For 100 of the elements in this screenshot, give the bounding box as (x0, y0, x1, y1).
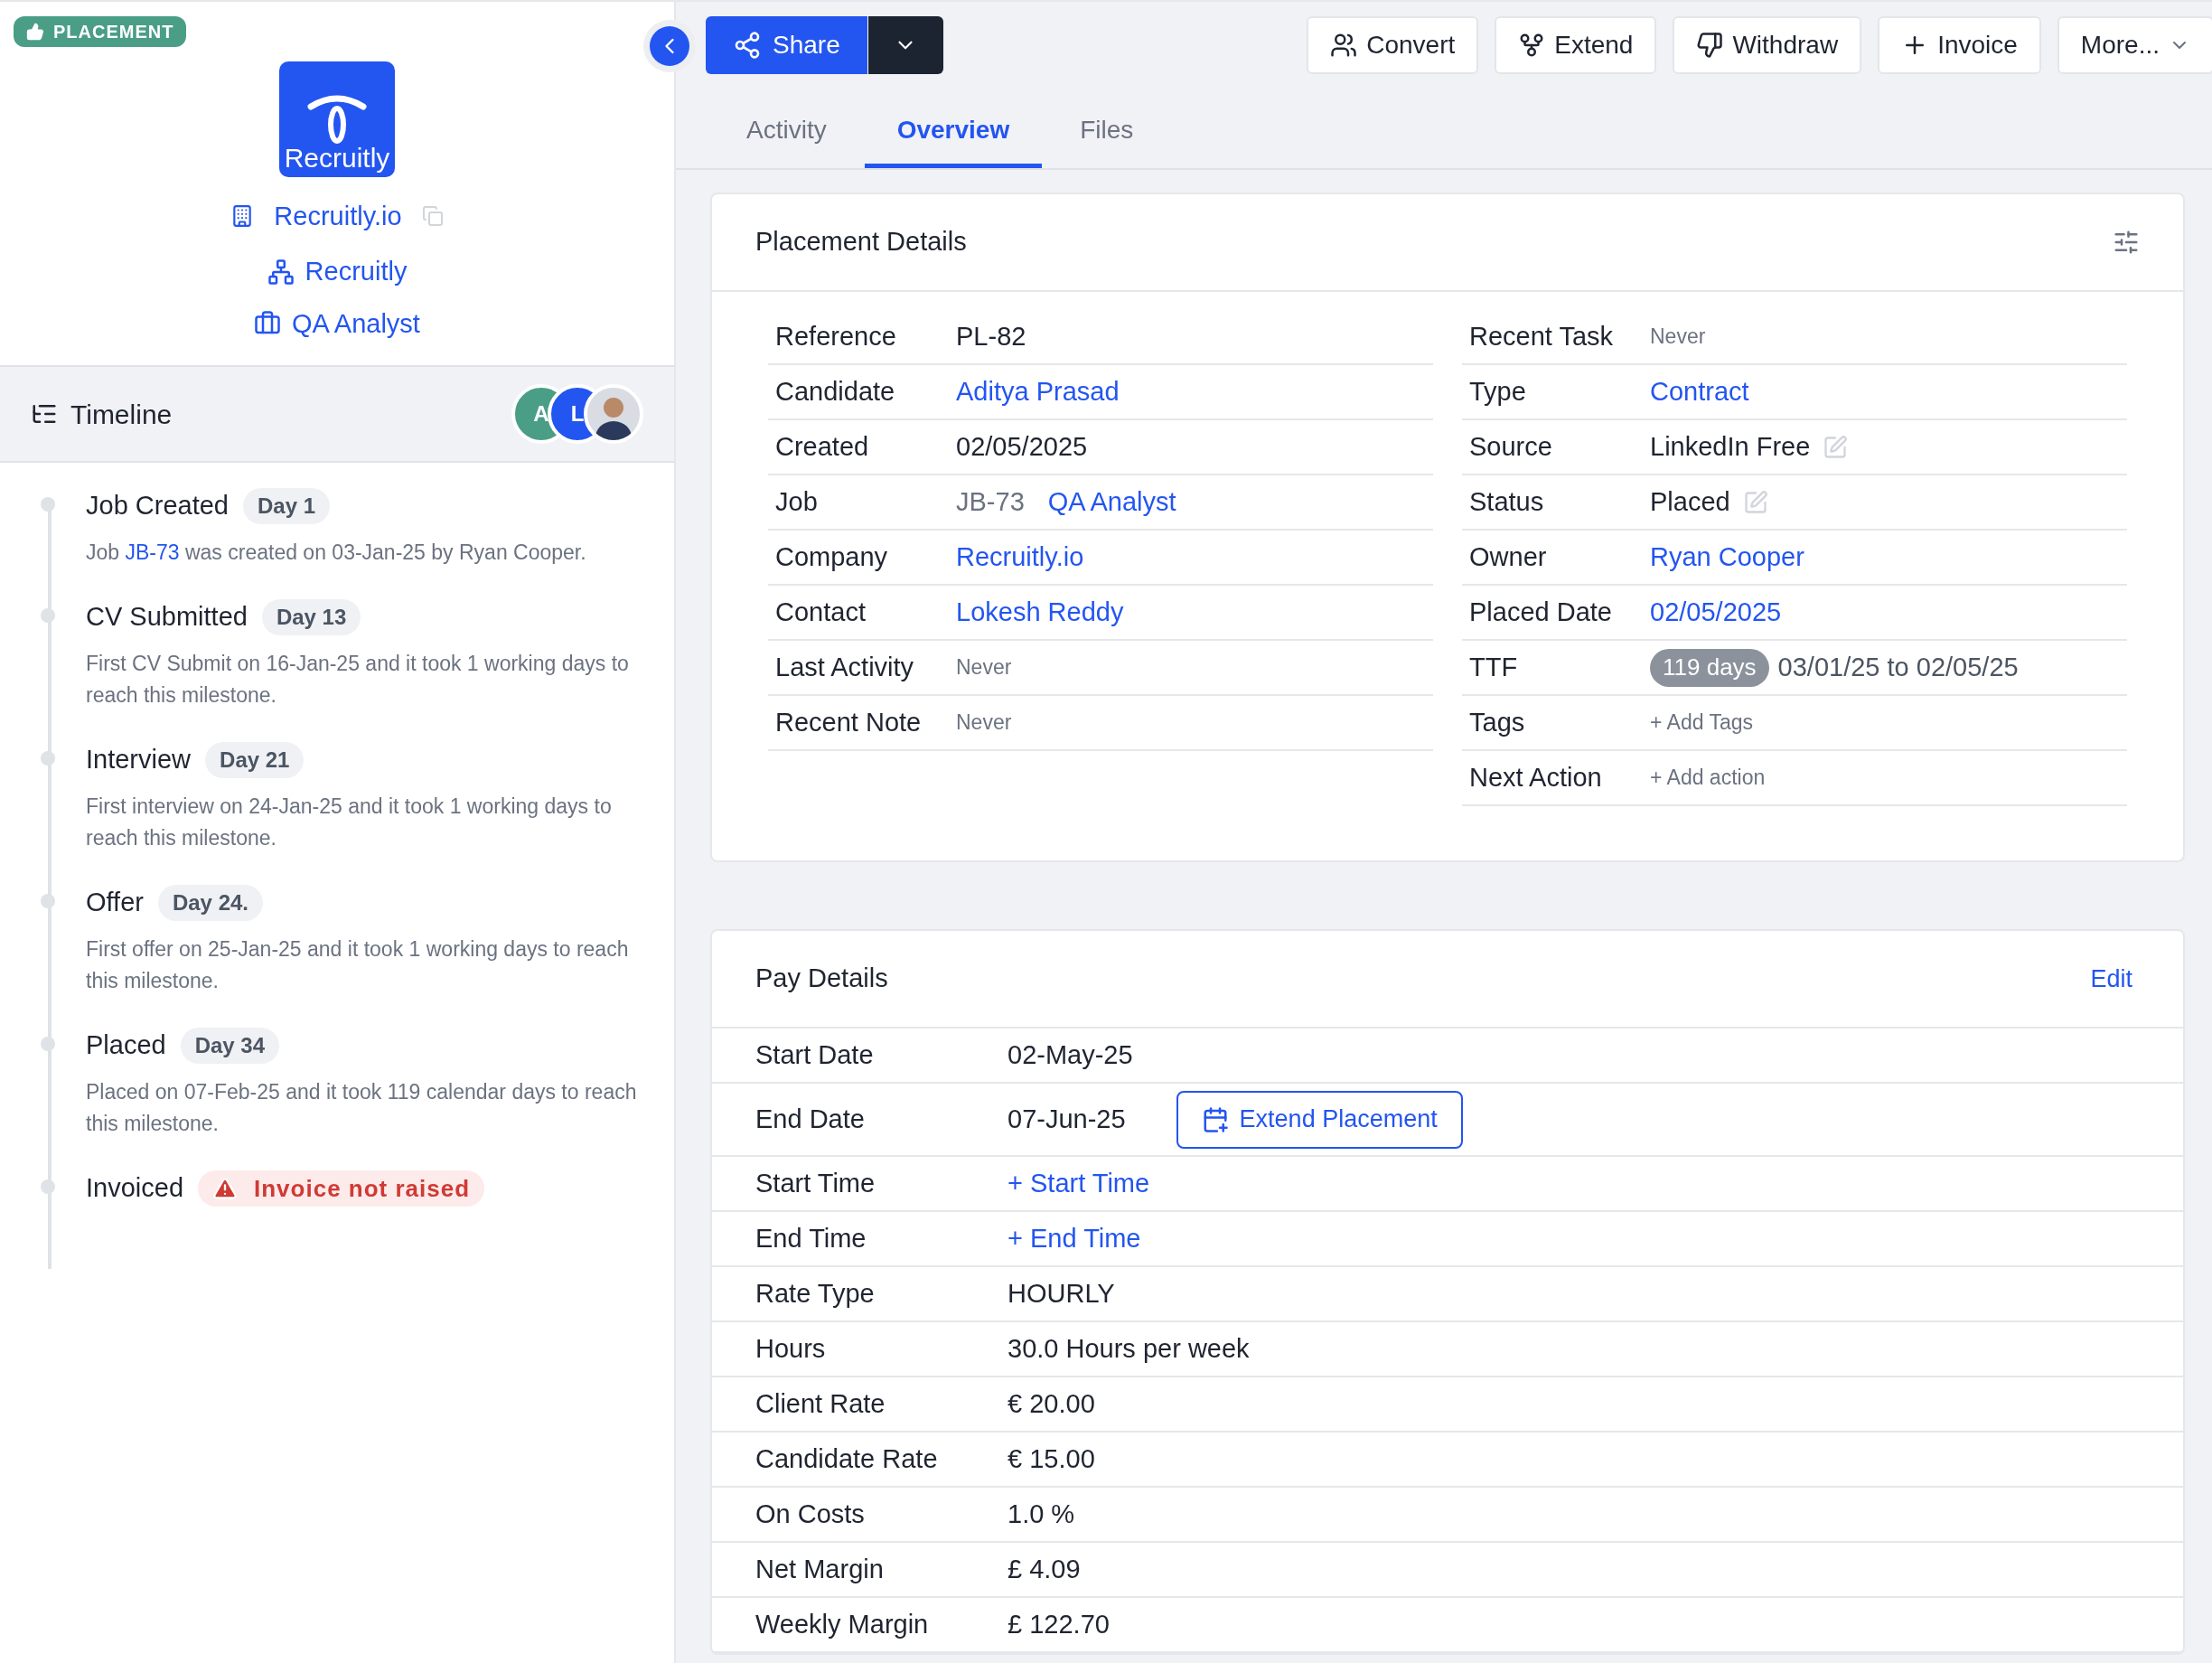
event-title: Invoiced (86, 1172, 183, 1205)
field-value: + Add action (1650, 765, 1766, 792)
group-link[interactable]: Recruitly (305, 252, 408, 292)
toolbar-button[interactable]: Invoice (1878, 16, 2041, 74)
calendar-plus-icon (1201, 1105, 1229, 1133)
toolbar-button[interactable]: Withdraw (1673, 16, 1862, 74)
share-button[interactable]: Share (706, 16, 867, 74)
event-title: Offer (86, 887, 144, 919)
field-label: Status (1469, 485, 1545, 518)
field-value: Never (956, 709, 1012, 737)
field-label: On Costs (755, 1498, 866, 1530)
day-badge: Day 13 (261, 599, 361, 635)
day-badge: Day 21 (205, 742, 305, 778)
field-label: Contact (775, 596, 867, 628)
event-description: First CV Submit on 16-Jan-25 and it took 1 working days to reach this milestone. (86, 651, 630, 709)
settings-icon[interactable] (2113, 229, 2140, 256)
logo-text: Recruitly (284, 144, 390, 172)
field-value: £ 4.09 (1008, 1553, 1081, 1585)
field-value: 02/05/2025 (956, 430, 1088, 463)
job-link[interactable]: QA Analyst (292, 304, 420, 343)
event-title: CV Submitted (86, 601, 248, 634)
card-title: Placement Details (755, 226, 967, 258)
field-value: HOURLY (1008, 1277, 1115, 1310)
field-value: £ 122.70 (1008, 1608, 1110, 1640)
toolbar-button[interactable]: Extend (1495, 16, 1657, 74)
field-label: Created (775, 430, 870, 463)
field-link[interactable]: Recruitly.io (956, 537, 1084, 578)
field-value: 30.0 Hours per week (1008, 1332, 1250, 1365)
job-link[interactable]: JB-73 (125, 540, 180, 564)
field-label: Next Action (1469, 761, 1603, 794)
field-value: 03/01/25 to 02/05/25 (1777, 651, 2019, 683)
field-value: PL-82 (956, 320, 1026, 352)
edit-link[interactable]: Edit (2090, 960, 2132, 998)
field-label: Candidate (775, 375, 896, 408)
field-value: 02-May-25 (1008, 1038, 1133, 1071)
field-label: End Date (755, 1103, 866, 1135)
event-description: Placed on 07-Feb-25 and it took 119 calendar days to reach this milestone. (86, 1079, 638, 1137)
tab[interactable]: Files (1047, 96, 1167, 168)
day-badge: Day 1 (243, 488, 331, 524)
toolbar-button[interactable]: Convert (1307, 16, 1479, 74)
event-title: Placed (86, 1029, 166, 1062)
field-label: Last Activity (775, 651, 915, 683)
day-badge: Day 24. (157, 885, 263, 921)
field-value: € 15.00 (1008, 1442, 1095, 1475)
field-label: Start Time (755, 1167, 876, 1199)
field-label: Company (775, 540, 889, 573)
event-title: Job Created (86, 490, 229, 522)
share-icon (733, 31, 762, 60)
field-link[interactable]: QA Analyst (1047, 482, 1176, 522)
event-description: First offer on 25-Jan-25 and it took 1 working days to reach this milestone. (86, 936, 630, 994)
tab[interactable]: Activity (714, 96, 859, 168)
field-label: Job (775, 485, 819, 518)
field-link[interactable]: 02/05/2025 (1650, 592, 1782, 633)
hierarchy-icon (267, 258, 295, 286)
field-label: Client Rate (755, 1387, 886, 1420)
field-value: LinkedIn Free (1650, 430, 1811, 463)
field-label: Weekly Margin (755, 1608, 930, 1640)
field-label: Recent Note (775, 706, 923, 738)
event-description: Job JB-73 was created on 03-Jan-25 by Ryan Cooper. (86, 540, 587, 566)
field-label: End Time (755, 1222, 867, 1254)
field-link[interactable]: Lokesh Reddy (956, 592, 1124, 633)
invoice-alert: Invoice not raised (198, 1170, 485, 1207)
field-value: 1.0 % (1008, 1498, 1075, 1530)
field-value: Never (956, 654, 1012, 681)
field-label: Start Date (755, 1038, 875, 1071)
field-value: Placed (1650, 485, 1730, 518)
field-label: Source (1469, 430, 1553, 463)
field-label: Placed Date (1469, 596, 1613, 628)
toolbar-button[interactable]: More... (2057, 16, 2212, 74)
extend-placement-button[interactable]: Extend Placement (1176, 1090, 1463, 1149)
field-link[interactable]: Ryan Cooper (1650, 537, 1804, 578)
add-link[interactable]: + End Time (1008, 1218, 1141, 1259)
field-link[interactable]: Aditya Prasad (956, 371, 1120, 412)
field-value: Never (1650, 324, 1706, 351)
people-icon (1330, 32, 1358, 59)
field-link[interactable]: Contract (1650, 371, 1749, 412)
day-badge: Day 34 (180, 1028, 280, 1064)
field-label: Recent Task (1469, 320, 1615, 352)
field-label: Type (1469, 375, 1527, 408)
logo-mark-icon (307, 93, 367, 145)
field-label: Reference (775, 320, 897, 352)
placement-badge: PLACEMENT (14, 16, 187, 47)
field-label: Candidate Rate (755, 1442, 939, 1475)
field-label: Net Margin (755, 1553, 885, 1585)
field-value: 07-Jun-25 (1008, 1103, 1126, 1135)
days-badge: 119 days (1650, 648, 1769, 687)
share-menu-button[interactable] (867, 16, 943, 74)
add-link[interactable]: + Start Time (1008, 1163, 1150, 1204)
field-value: + Add Tags (1650, 709, 1754, 737)
field-label: Owner (1469, 540, 1548, 573)
event-description: First interview on 24-Jan-25 and it took 1 working days to reach this milestone. (86, 794, 613, 851)
card-title: Pay Details (755, 963, 888, 995)
job-code: JB-73 (956, 485, 1025, 518)
company-link[interactable]: Recruitly.io (274, 196, 402, 236)
tab[interactable]: Overview (864, 96, 1043, 168)
thumbs-up-icon (26, 23, 44, 41)
event-title: Interview (86, 744, 192, 776)
field-label: TTF (1469, 651, 1519, 683)
field-label: Hours (755, 1332, 827, 1365)
thumbs-down-icon (1696, 32, 1724, 59)
